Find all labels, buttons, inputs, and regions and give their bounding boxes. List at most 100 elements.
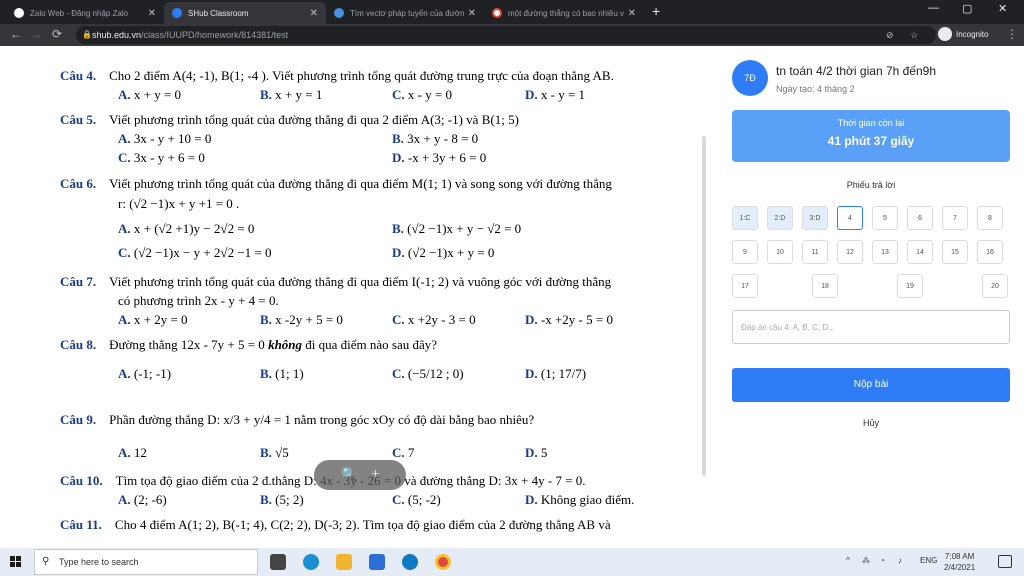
file-explorer-icon[interactable] xyxy=(336,554,352,570)
answer-cell[interactable]: 15 xyxy=(942,240,968,264)
windows-start-icon[interactable] xyxy=(10,556,22,568)
option: D. x - y = 1 xyxy=(525,87,586,102)
answer-cell[interactable]: 13 xyxy=(872,240,898,264)
answer-cell[interactable]: 1:C xyxy=(732,206,758,230)
exam-document: Câu 4. Cho 2 điểm A(4; -1), B(1; -4 ). V… xyxy=(0,46,700,548)
address-bar: ← → ⟳ 🔒 shub.edu.vn/class/IUUPD/homework… xyxy=(0,24,1024,46)
question-7-cont: có phương trình 2x - y + 4 = 0. xyxy=(118,293,279,308)
tab-shub[interactable]: SHub Classroom ✕ xyxy=(164,2,326,24)
avatar: 7Đ xyxy=(732,60,768,96)
answer-sheet-title: Phiếu trả lời xyxy=(846,180,896,190)
taskbar-search-input[interactable]: ⚲ Type here to search xyxy=(34,549,258,575)
forward-icon[interactable]: → xyxy=(30,27,42,41)
close-icon[interactable]: ✕ xyxy=(148,8,156,19)
answer-input[interactable]: Đáp án câu 4: A, B, C, D... xyxy=(732,310,1010,344)
question-5: Câu 5. Viết phương trình tổng quát của đ… xyxy=(60,112,519,127)
url-host: shub.edu.vn xyxy=(92,30,142,40)
option: D. -x + 3y + 6 = 0 xyxy=(392,150,487,165)
question-9: Câu 9. Phần đường thẳng D: x/3 + y/4 = 1… xyxy=(60,412,535,427)
answer-cell[interactable]: 4 xyxy=(837,206,863,230)
option: D. -x +2y - 5 = 0 xyxy=(525,312,613,327)
answer-cell[interactable]: 17 xyxy=(732,274,758,298)
option: C. (−5/12 ; 0) xyxy=(392,366,464,381)
notification-icon[interactable] xyxy=(998,555,1012,568)
question-4: Câu 4. Cho 2 điểm A(4; -1), B(1; -4 ). V… xyxy=(60,68,614,83)
option: A. 12 xyxy=(118,445,147,460)
zoom-in-icon[interactable]: + xyxy=(371,467,379,483)
task-view-icon[interactable] xyxy=(270,554,286,570)
minimize-icon[interactable]: — xyxy=(928,2,939,14)
network-icon[interactable]: ⁂ xyxy=(862,556,870,565)
eye-off-icon[interactable]: ⊘ xyxy=(886,26,894,44)
question-6-cont: r: (√2 −1)x + y +1 = 0 . xyxy=(118,196,240,211)
submit-button[interactable]: Nộp bài xyxy=(732,368,1010,402)
option: B. 3x + y - 8 = 0 xyxy=(392,131,479,146)
option: D. (1; 17/7) xyxy=(525,366,587,381)
option: A. 3x - y + 10 = 0 xyxy=(118,131,212,146)
answer-cell[interactable]: 7 xyxy=(942,206,968,230)
volume-icon[interactable]: ♪ xyxy=(898,556,902,565)
incognito-badge[interactable]: Incognito xyxy=(938,27,988,41)
more-icon[interactable]: ⋮ xyxy=(1006,27,1018,41)
answer-cell[interactable]: 9 xyxy=(732,240,758,264)
answer-cell[interactable]: 3:D xyxy=(802,206,828,230)
close-icon[interactable]: ✕ xyxy=(310,8,318,19)
option: C. (√2 −1)x − y + 2√2 −1 = 0 xyxy=(118,245,272,260)
answer-cell[interactable]: 20 xyxy=(982,274,1008,298)
answer-cell[interactable]: 6 xyxy=(907,206,933,230)
answer-cell[interactable]: 8 xyxy=(977,206,1003,230)
browser-tab-bar: Zalo Web - Đăng nhập Zalo ✕ SHub Classro… xyxy=(0,0,1024,24)
reload-icon[interactable]: ⟳ xyxy=(52,27,62,41)
option: B. (1; 1) xyxy=(260,366,304,381)
document-scrollbar[interactable] xyxy=(702,136,706,476)
answer-cell[interactable]: 5 xyxy=(872,206,898,230)
timer-label: Thời gian còn lại xyxy=(837,118,905,128)
answer-cell[interactable]: 14 xyxy=(907,240,933,264)
answer-cell[interactable]: 11 xyxy=(802,240,828,264)
language-indicator[interactable]: ENG xyxy=(920,556,937,565)
answer-cell[interactable]: 12 xyxy=(837,240,863,264)
zoom-out-icon[interactable]: 🔍 xyxy=(341,467,358,484)
maximize-icon[interactable]: ▢ xyxy=(962,2,972,15)
answer-cell[interactable]: 18 xyxy=(812,274,838,298)
option: C. x - y = 0 xyxy=(392,87,453,102)
timer-box: Thời gian còn lại 41 phút 37 giây xyxy=(732,110,1010,162)
option: C. 3x - y + 6 = 0 xyxy=(118,150,205,165)
close-icon[interactable]: ✕ xyxy=(468,8,476,19)
chrome-icon[interactable] xyxy=(435,554,451,570)
url-field[interactable]: 🔒 shub.edu.vn/class/IUUPD/homework/81438… xyxy=(76,26,936,44)
star-icon[interactable]: ☆ xyxy=(910,26,918,44)
zalo-favicon-icon xyxy=(14,8,24,18)
wifi-icon[interactable]: ◔ xyxy=(880,556,885,565)
tray-chevron-icon[interactable]: ^ xyxy=(846,556,850,565)
answer-cell[interactable]: 10 xyxy=(767,240,793,264)
question-8: Câu 8. Đường thẳng 12x - 7y + 5 = 0 khôn… xyxy=(60,337,438,352)
edge-icon[interactable] xyxy=(303,554,319,570)
cancel-button[interactable]: Hủy xyxy=(732,418,1010,428)
option: D. Không giao điểm. xyxy=(525,492,635,507)
zoom-controls[interactable]: 🔍 + xyxy=(314,460,406,490)
back-icon[interactable]: ← xyxy=(10,27,22,41)
answer-cell[interactable]: 19 xyxy=(897,274,923,298)
page-favicon-icon xyxy=(334,8,344,18)
tab-vecto[interactable]: Tìm vectơ pháp tuyến của đường... ✕ xyxy=(326,2,484,24)
url-path: /class/IUUPD/homework/814381/test xyxy=(141,30,289,40)
mail-icon[interactable] xyxy=(369,554,385,570)
windows-taskbar: ⚲ Type here to search ^ ⁂ ◔ ♪ ENG 7:08 A… xyxy=(0,548,1024,576)
tab-google[interactable]: một đường thẳng có bao nhiêu v... ✕ xyxy=(484,2,644,24)
option: B. (√2 −1)x + y − √2 = 0 xyxy=(392,221,522,236)
option: A. (2; -6) xyxy=(118,492,167,507)
option: A. x + 2y = 0 xyxy=(118,312,188,327)
answer-cell[interactable]: 16 xyxy=(977,240,1003,264)
test-title: tn toán 4/2 thời gian 7h đến9h xyxy=(776,64,936,78)
shub-favicon-icon xyxy=(172,8,182,18)
taskbar-clock[interactable]: 7:08 AM 2/4/2021 xyxy=(944,551,975,573)
close-window-icon[interactable]: ✕ xyxy=(998,2,1007,15)
search-icon: ⚲ xyxy=(42,556,50,567)
new-tab-button[interactable]: + xyxy=(652,3,660,19)
answer-cell[interactable]: 2:D xyxy=(767,206,793,230)
close-icon[interactable]: ✕ xyxy=(628,8,636,19)
question-7: Câu 7. Viết phương trình tổng quát của đ… xyxy=(60,274,612,289)
edge-legacy-icon[interactable] xyxy=(402,554,418,570)
tab-zalo[interactable]: Zalo Web - Đăng nhập Zalo ✕ xyxy=(6,2,164,24)
